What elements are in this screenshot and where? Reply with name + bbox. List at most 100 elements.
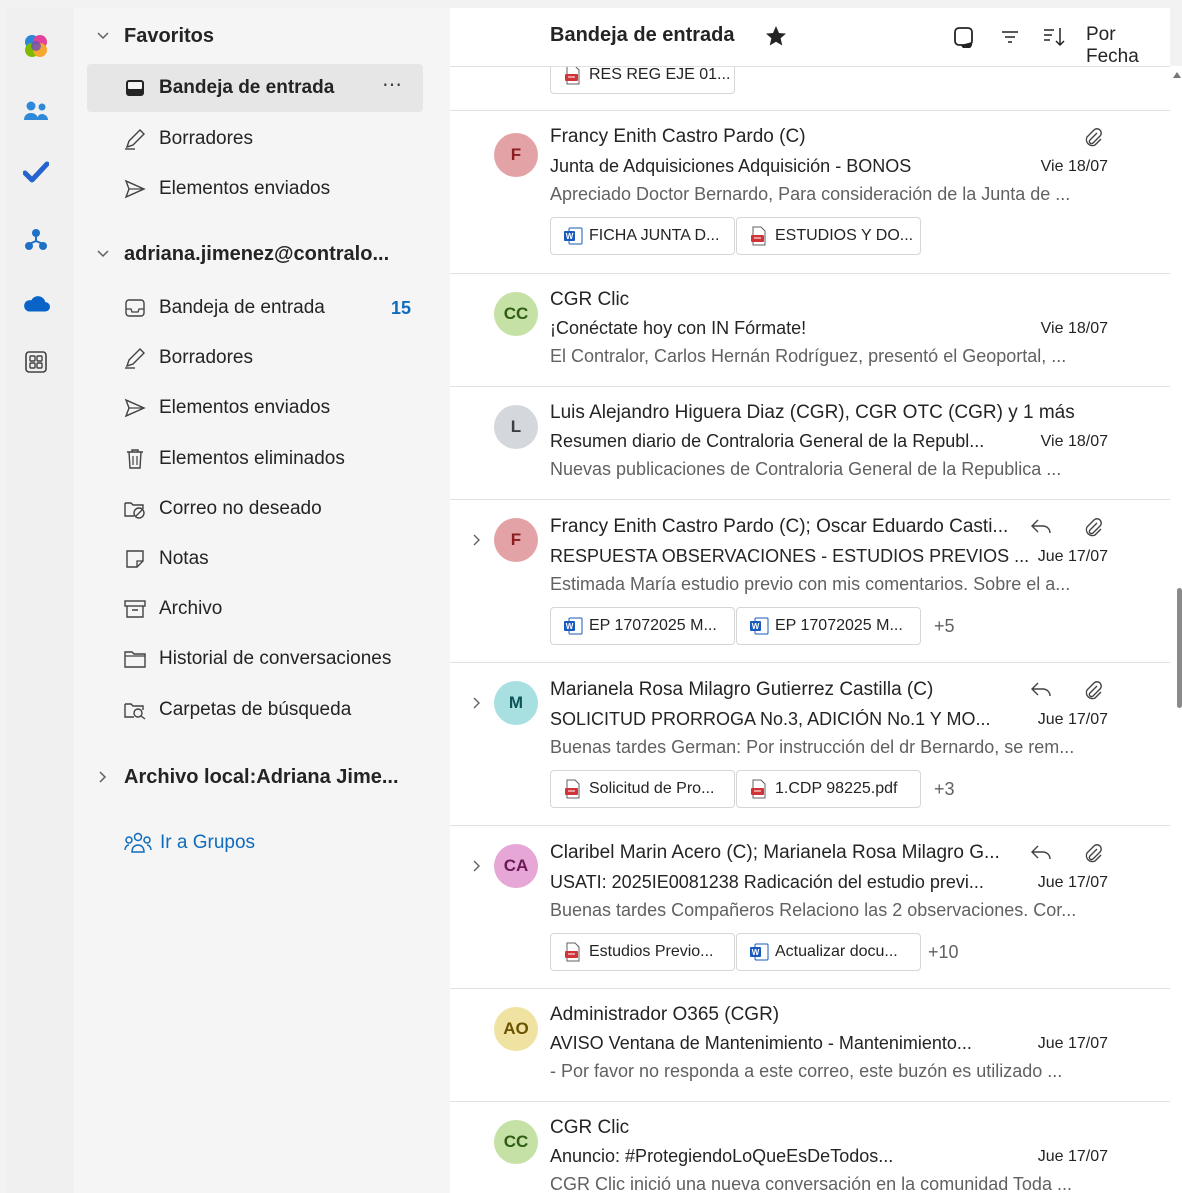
account-group-header[interactable]: adriana.jimenez@contralo... — [94, 236, 389, 272]
word-file-icon: W — [749, 615, 769, 637]
message-subject: USATI: 2025IE0081238 Radicación del estu… — [550, 872, 984, 892]
message-sender: Francy Enith Castro Pardo (C); Oscar Edu… — [550, 516, 1009, 537]
message-item[interactable]: F Francy Enith Castro Pardo (C); Oscar E… — [450, 500, 1170, 663]
message-item[interactable]: M Marianela Rosa Milagro Gutierrez Casti… — [450, 663, 1170, 826]
attachment-chip[interactable]: Solicitud de Pro... — [550, 770, 735, 808]
list-title: Bandeja de entrada — [550, 24, 735, 46]
message-date: Jue 17/07 — [1037, 1035, 1108, 1052]
folder-label: Bandeja de entrada — [159, 77, 335, 98]
folder-label: Borradores — [159, 128, 253, 149]
todo-check-icon[interactable] — [22, 158, 50, 186]
favorites-drafts[interactable]: Borradores — [87, 115, 423, 163]
avatar: CA — [494, 844, 538, 888]
attachment-chip[interactable]: Estudios Previo... — [550, 933, 735, 971]
local-archive-label: Archivo local:Adriana Jime... — [124, 765, 399, 788]
favorites-inbox[interactable]: Bandeja de entrada ⋯ — [87, 64, 423, 112]
message-item[interactable]: L Luis Alejandro Higuera Diaz (CGR), CGR… — [450, 387, 1170, 500]
account-archive[interactable]: Archivo — [87, 585, 423, 633]
people-icon[interactable] — [22, 98, 50, 126]
scrollbar-thumb[interactable] — [1177, 588, 1182, 708]
attachment-chip[interactable]: 1.CDP 98225.pdf — [736, 770, 921, 808]
svg-text:W: W — [752, 622, 760, 631]
account-junk[interactable]: Correo no deseado — [87, 485, 423, 533]
account-label: adriana.jimenez@contralo... — [124, 242, 390, 265]
message-subject: Junta de Adquisiciones Adquisición - BON… — [550, 156, 912, 176]
reply-icon — [1030, 842, 1052, 864]
note-icon — [123, 547, 147, 571]
message-item[interactable]: CA Claribel Marin Acero (C); Marianela R… — [450, 826, 1170, 989]
message-sender: Marianela Rosa Milagro Gutierrez Castill… — [550, 679, 934, 700]
attachment-chip[interactable]: W EP 17072025 M... — [736, 607, 921, 645]
message-date: Jue 17/07 — [1037, 1148, 1108, 1165]
copilot-icon[interactable] — [22, 32, 50, 60]
word-file-icon: W — [749, 941, 769, 963]
folder-icon — [123, 647, 147, 671]
message-preview: Buenas tardes Compañeros Relaciono las 2… — [550, 900, 1077, 920]
chevron-right-icon[interactable] — [470, 533, 484, 547]
message-sender: Administrador O365 (CGR) — [550, 1004, 780, 1025]
chevron-right-icon[interactable] — [470, 859, 484, 873]
paperclip-icon — [1082, 126, 1104, 148]
send-icon — [123, 177, 147, 201]
message-sender: Francy Enith Castro Pardo (C) — [550, 126, 806, 147]
chevron-right-icon — [94, 768, 112, 786]
message-item[interactable]: CC CGR Clic Anuncio: #ProtegiendoLoQueEs… — [450, 1102, 1170, 1193]
paperclip-icon — [1082, 842, 1104, 864]
avatar: L — [494, 405, 538, 449]
favorites-group-header[interactable]: Favoritos — [94, 18, 214, 54]
svg-text:W: W — [566, 232, 574, 241]
attachment-chip[interactable]: W Actualizar docu... — [736, 933, 921, 971]
filter-icon[interactable] — [998, 25, 1022, 49]
message-list: Bandeja de entrada Por Fecha RES REG EJE… — [450, 8, 1170, 1193]
account-notes[interactable]: Notas — [87, 535, 423, 583]
message-date: Vie 18/07 — [1040, 320, 1108, 337]
attachment-chip[interactable]: W FICHA JUNTA D... — [550, 217, 735, 255]
account-inbox[interactable]: Bandeja de entrada 15 — [87, 284, 423, 332]
attachment-chip[interactable]: W EP 17072025 M... — [550, 607, 735, 645]
message-preview: Buenas tardes German: Por instrucción de… — [550, 737, 1075, 757]
org-explorer-icon[interactable] — [22, 226, 50, 254]
attachment-chip[interactable]: ESTUDIOS Y DO... — [736, 217, 921, 255]
attachment-name: EP 17072025 M... — [589, 617, 717, 634]
onedrive-cloud-icon[interactable] — [22, 290, 50, 318]
scroll-up-arrow-icon[interactable] — [1173, 72, 1181, 78]
more-attachments-count[interactable]: +5 — [934, 616, 955, 637]
go-to-groups-link[interactable]: Ir a Grupos — [124, 832, 255, 854]
folder-label: Elementos enviados — [159, 178, 331, 199]
attachment-name: ESTUDIOS Y DO... — [775, 227, 914, 244]
chevron-down-icon — [94, 27, 112, 45]
message-item[interactable]: AO Administrador O365 (CGR) AVISO Ventan… — [450, 989, 1170, 1102]
account-sent[interactable]: Elementos enviados — [87, 384, 423, 432]
apps-icon[interactable] — [22, 348, 50, 376]
message-item[interactable]: CC CGR Clic ¡Conéctate hoy con IN Fórmat… — [450, 274, 1170, 387]
archive-icon — [123, 597, 147, 621]
more-attachments-count[interactable]: +3 — [934, 779, 955, 800]
attachment-name: RES REG EJE 01... — [589, 66, 731, 83]
message-preview: Apreciado Doctor Bernardo, Para consider… — [550, 184, 1071, 204]
message-preview: Estimada María estudio previo con mis co… — [550, 574, 1071, 594]
svg-text:W: W — [566, 622, 574, 631]
account-deleted[interactable]: Elementos eliminados — [87, 435, 423, 483]
sort-order-icon[interactable] — [1042, 25, 1066, 49]
folder-label: Elementos eliminados — [159, 448, 345, 469]
unread-count-badge: 15 — [390, 297, 411, 318]
message-sender: CGR Clic — [550, 1117, 630, 1138]
more-options-icon[interactable]: ⋯ — [382, 72, 403, 97]
folder-label: Carpetas de búsqueda — [159, 699, 352, 720]
send-icon — [123, 396, 147, 420]
sort-by-button[interactable]: Por Fecha — [1086, 24, 1170, 68]
favorites-sent[interactable]: Elementos enviados — [87, 165, 423, 213]
account-search-folders[interactable]: Carpetas de búsqueda — [87, 686, 423, 734]
inbox-icon — [123, 296, 147, 320]
chevron-right-icon[interactable] — [470, 696, 484, 710]
attachment-name: Solicitud de Pro... — [589, 780, 715, 797]
favorite-star-icon[interactable] — [764, 24, 788, 53]
account-drafts[interactable]: Borradores — [87, 334, 423, 382]
select-mode-icon[interactable] — [952, 25, 976, 49]
message-item[interactable]: F Francy Enith Castro Pardo (C) Junta de… — [450, 111, 1170, 274]
more-attachments-count[interactable]: +10 — [928, 942, 959, 963]
pdf-file-icon — [563, 64, 583, 86]
account-conversation-history[interactable]: Historial de conversaciones — [87, 635, 423, 683]
local-archive-group-header[interactable]: Archivo local:Adriana Jime... — [94, 759, 399, 795]
folder-label: Notas — [159, 548, 209, 569]
